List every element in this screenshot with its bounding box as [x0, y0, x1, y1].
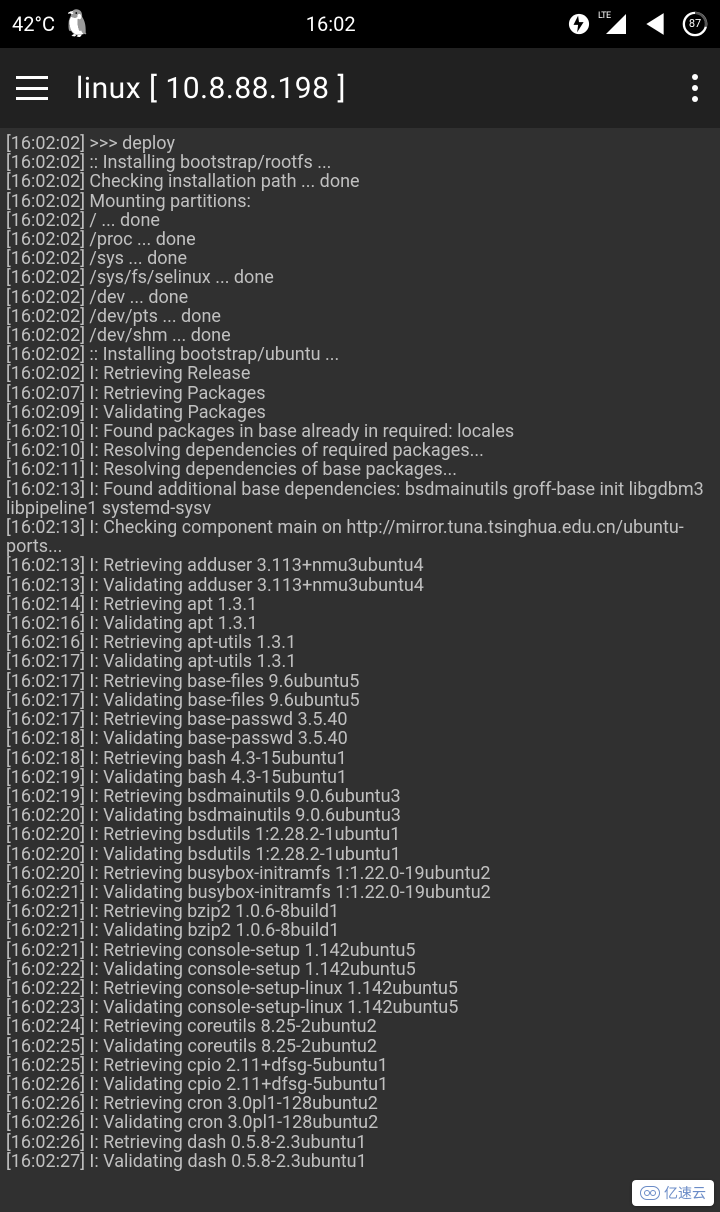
signal-icon: LTE — [604, 12, 628, 36]
log-line: [16:02:16] I: Validating apt 1.3.1 — [6, 614, 714, 633]
log-line: [16:02:09] I: Validating Packages — [6, 403, 714, 422]
status-left: 42°C 🐧 — [12, 9, 93, 39]
log-line: [16:02:10] I: Resolving dependencies of … — [6, 441, 714, 460]
log-line: [16:02:13] I: Retrieving adduser 3.113+n… — [6, 556, 714, 575]
battery-icon: 87 — [682, 11, 708, 37]
status-time: 16:02 — [93, 12, 568, 36]
log-line: [16:02:21] I: Validating busybox-initram… — [6, 883, 714, 902]
log-line: [16:02:24] I: Retrieving coreutils 8.25-… — [6, 1017, 714, 1036]
watermark: 亿速云 — [632, 1180, 714, 1206]
app-title: linux [ 10.8.88.198 ] — [76, 71, 664, 106]
log-line: [16:02:02] /proc ... done — [6, 230, 714, 249]
log-line: [16:02:02] / ... done — [6, 211, 714, 230]
app-bar: linux [ 10.8.88.198 ] — [0, 48, 720, 128]
log-line: [16:02:21] I: Retrieving bzip2 1.0.6-8bu… — [6, 902, 714, 921]
log-line: [16:02:17] I: Validating base-files 9.6u… — [6, 691, 714, 710]
log-line: [16:02:17] I: Retrieving base-passwd 3.5… — [6, 710, 714, 729]
temperature-label: 42°C — [12, 12, 55, 36]
log-line: [16:02:14] I: Retrieving apt 1.3.1 — [6, 595, 714, 614]
battery-percent: 87 — [682, 11, 708, 37]
log-line: [16:02:02] :: Installing bootstrap/ubunt… — [6, 345, 714, 364]
lte-label: LTE — [598, 11, 611, 21]
log-line: [16:02:02] /sys ... done — [6, 249, 714, 268]
log-line: [16:02:17] I: Retrieving base-files 9.6u… — [6, 672, 714, 691]
log-line: [16:02:13] I: Checking component main on… — [6, 518, 714, 556]
log-line: [16:02:13] I: Found additional base depe… — [6, 480, 714, 518]
log-line: [16:02:25] I: Validating coreutils 8.25-… — [6, 1037, 714, 1056]
log-line: [16:02:20] I: Retrieving busybox-initram… — [6, 864, 714, 883]
log-line: [16:02:18] I: Retrieving bash 4.3-15ubun… — [6, 749, 714, 768]
log-line: [16:02:20] I: Retrieving bsdutils 1:2.28… — [6, 825, 714, 844]
log-line: [16:02:02] :: Installing bootstrap/rootf… — [6, 153, 714, 172]
log-line: [16:02:02] /dev/shm ... done — [6, 326, 714, 345]
log-line: [16:02:07] I: Retrieving Packages — [6, 384, 714, 403]
log-line: [16:02:26] I: Validating cron 3.0pl1-128… — [6, 1113, 714, 1132]
back-triangle-icon — [642, 11, 668, 37]
log-line: [16:02:16] I: Retrieving apt-utils 1.3.1 — [6, 633, 714, 652]
watermark-text: 亿速云 — [664, 1183, 706, 1203]
log-line: [16:02:26] I: Validating cpio 2.11+dfsg-… — [6, 1075, 714, 1094]
log-line: [16:02:11] I: Resolving dependencies of … — [6, 460, 714, 479]
log-line: [16:02:21] I: Validating bzip2 1.0.6-8bu… — [6, 921, 714, 940]
log-line: [16:02:23] I: Validating console-setup-l… — [6, 998, 714, 1017]
log-line: [16:02:22] I: Validating console-setup 1… — [6, 960, 714, 979]
log-line: [16:02:22] I: Retrieving console-setup-l… — [6, 979, 714, 998]
more-options-button[interactable] — [692, 74, 698, 102]
log-line: [16:02:21] I: Retrieving console-setup 1… — [6, 941, 714, 960]
log-line: [16:02:02] /sys/fs/selinux ... done — [6, 268, 714, 287]
log-line: [16:02:18] I: Validating base-passwd 3.5… — [6, 729, 714, 748]
penguin-icon: 🐧 — [61, 9, 93, 39]
cloud-icon — [640, 1186, 660, 1200]
log-line: [16:02:02] I: Retrieving Release — [6, 364, 714, 383]
log-line: [16:02:27] I: Validating dash 0.5.8-2.3u… — [6, 1152, 714, 1171]
log-line: [16:02:26] I: Retrieving dash 0.5.8-2.3u… — [6, 1133, 714, 1152]
terminal-output[interactable]: [16:02:02] >>> deploy[16:02:02] :: Insta… — [0, 128, 720, 1177]
log-line: [16:02:13] I: Validating adduser 3.113+n… — [6, 576, 714, 595]
status-right: LTE 87 — [568, 11, 708, 37]
log-line: [16:02:10] I: Found packages in base alr… — [6, 422, 714, 441]
log-line: [16:02:25] I: Retrieving cpio 2.11+dfsg-… — [6, 1056, 714, 1075]
status-bar: 42°C 🐧 16:02 LTE 87 — [0, 0, 720, 48]
log-line: [16:02:17] I: Validating apt-utils 1.3.1 — [6, 652, 714, 671]
log-line: [16:02:02] >>> deploy — [6, 134, 714, 153]
log-line: [16:02:02] Checking installation path ..… — [6, 172, 714, 191]
log-line: [16:02:19] I: Retrieving bsdmainutils 9.… — [6, 787, 714, 806]
log-line: [16:02:02] /dev ... done — [6, 288, 714, 307]
log-line: [16:02:02] Mounting partitions: — [6, 192, 714, 211]
log-line: [16:02:19] I: Validating bash 4.3-15ubun… — [6, 768, 714, 787]
log-line: [16:02:20] I: Validating bsdmainutils 9.… — [6, 806, 714, 825]
menu-button[interactable] — [16, 76, 48, 100]
log-line: [16:02:20] I: Validating bsdutils 1:2.28… — [6, 845, 714, 864]
log-line: [16:02:26] I: Retrieving cron 3.0pl1-128… — [6, 1094, 714, 1113]
log-line: [16:02:02] /dev/pts ... done — [6, 307, 714, 326]
bolt-icon — [568, 13, 590, 35]
